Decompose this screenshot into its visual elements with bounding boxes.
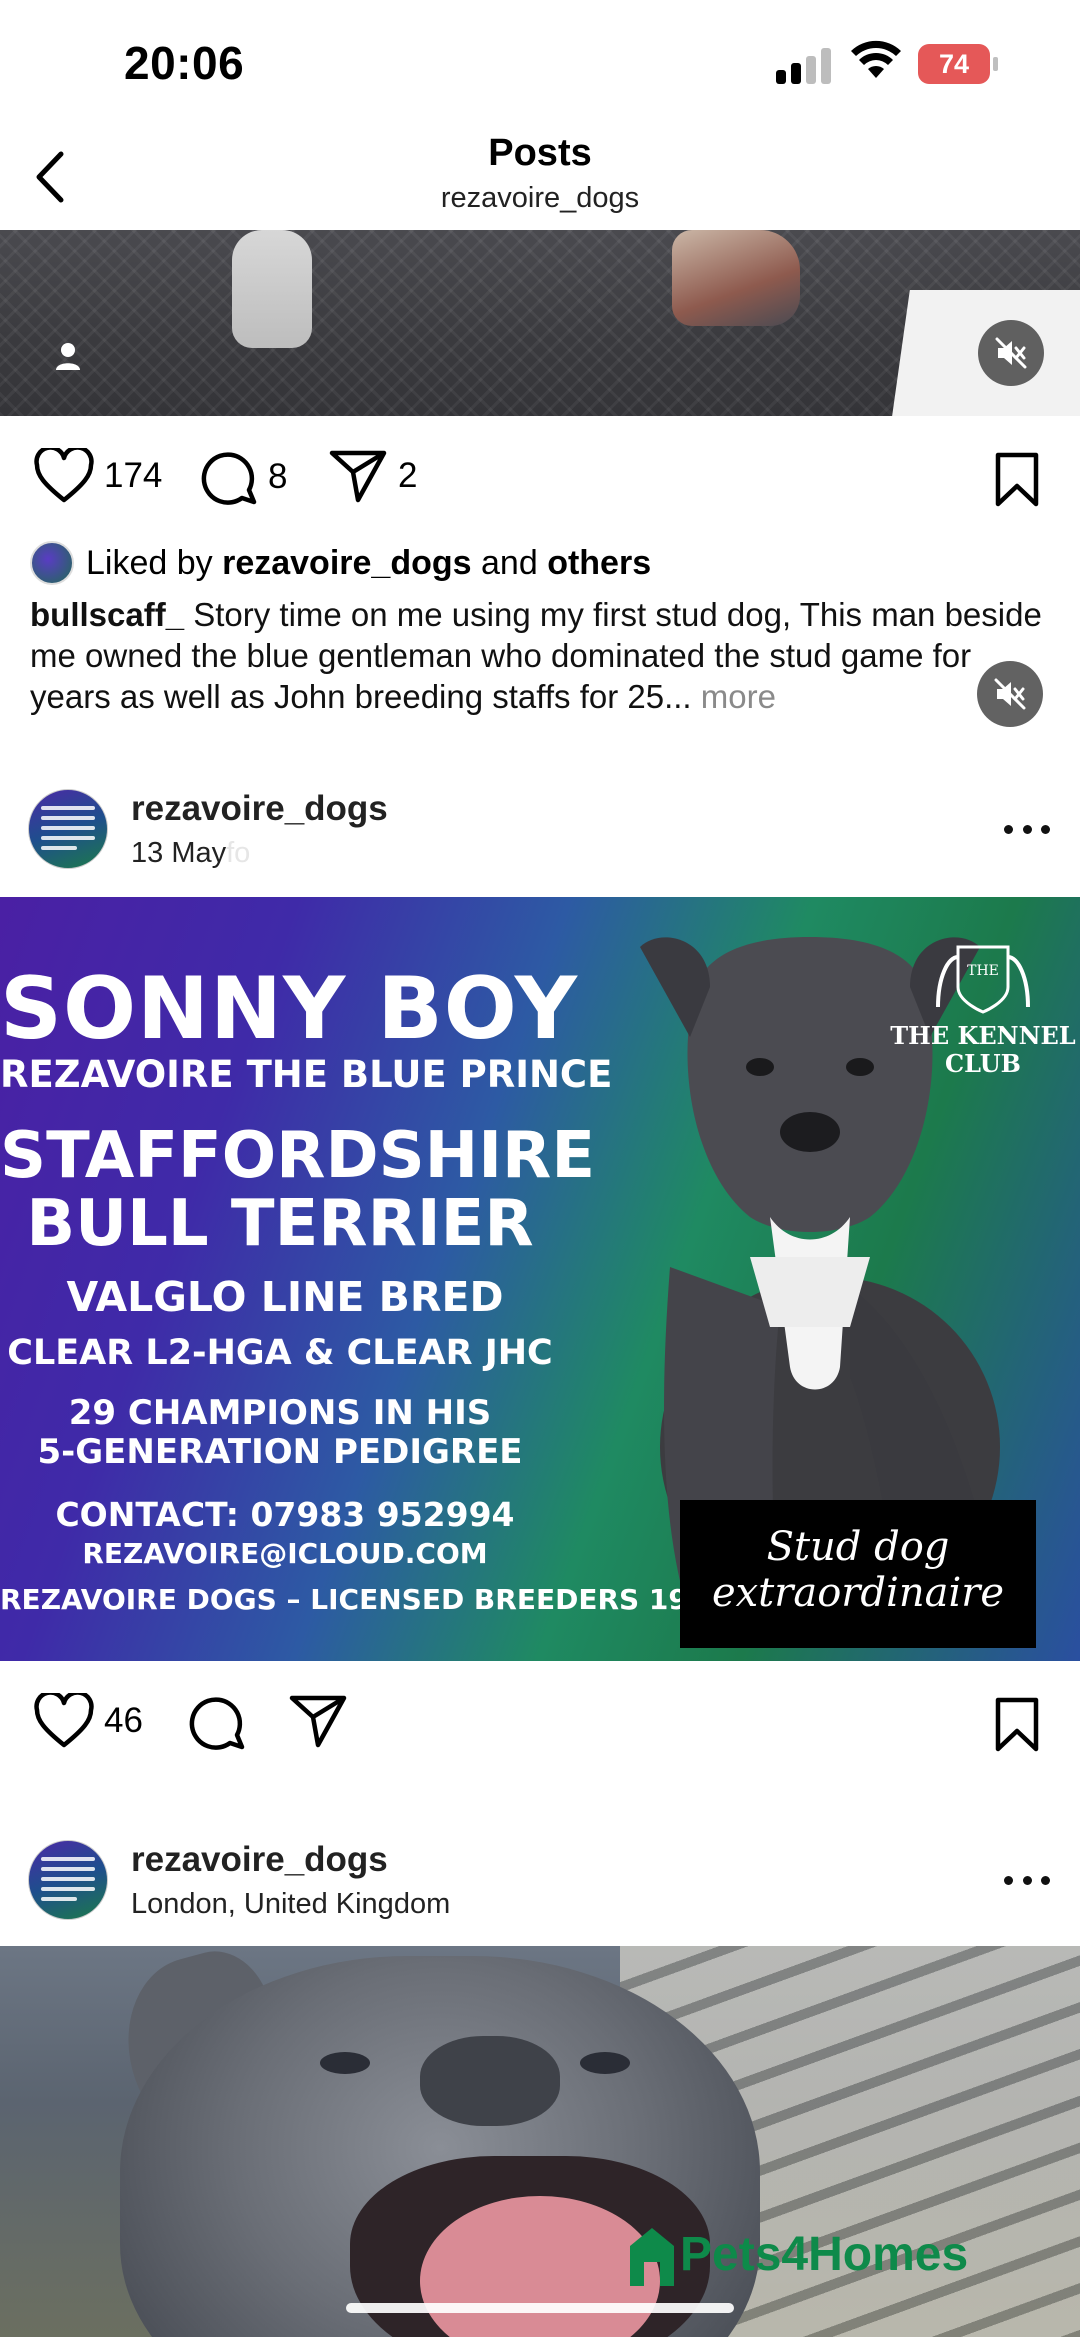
post-action-bar: 174 8 2: [0, 438, 1080, 518]
liked-by-prefix: Liked by: [86, 543, 213, 582]
share-button[interactable]: [288, 1693, 348, 1749]
kennel-club-line1: THE KENNEL: [890, 1021, 1076, 1050]
share-button[interactable]: 2: [328, 448, 417, 504]
wifi-icon: [851, 40, 901, 78]
post-header: rezavoire_dogs London, United Kingdom: [0, 1830, 1080, 1936]
page-subtitle: rezavoire_dogs: [440, 182, 640, 214]
ad-email: REZAVOIRE@ICLOUD.COM: [82, 1537, 488, 1570]
liked-by-user[interactable]: rezavoire_dogs: [222, 544, 471, 583]
post-media-image[interactable]: Pets4Homes: [0, 1946, 1080, 2337]
stud-line2: extraordinaire: [711, 1570, 1005, 1616]
watermark: Pets4Homes: [624, 2222, 968, 2286]
status-bar: 20:06 74: [0, 0, 1080, 130]
comment-button[interactable]: [188, 1693, 246, 1751]
stud-line1: Stud dog: [766, 1524, 950, 1570]
post-username[interactable]: rezavoire_dogs: [131, 789, 388, 829]
comment-button[interactable]: 8: [200, 448, 287, 506]
kennel-club-line2: CLUB: [945, 1049, 1021, 1078]
post-location[interactable]: London, United Kingdom: [131, 1888, 450, 1921]
like-count: 46: [104, 1701, 143, 1740]
bookmark-icon: [995, 452, 1039, 507]
comment-count: 8: [268, 457, 288, 496]
post-media-video[interactable]: [0, 230, 1080, 416]
post-action-bar: 46: [0, 1683, 1080, 1763]
ad-line-bred: VALGLO LINE BRED: [66, 1273, 504, 1321]
like-button[interactable]: 46: [34, 1693, 143, 1749]
pets4homes-logo-icon: [630, 2228, 674, 2286]
share-count: 2: [398, 456, 418, 495]
ad-breed-line2: BULL TERRIER: [26, 1187, 534, 1261]
liked-by-and: and: [481, 543, 538, 582]
like-button[interactable]: 174: [34, 448, 162, 504]
caption-username[interactable]: bullscaff_: [30, 596, 184, 633]
post-header: rezavoire_dogs 13 Mayfo: [0, 779, 1080, 885]
post-date: 13 Mayfo: [131, 837, 251, 869]
shoe-image: [672, 230, 800, 326]
battery-level: 74: [918, 44, 990, 84]
battery-icon: 74: [918, 44, 998, 84]
avatar[interactable]: [28, 1840, 108, 1920]
post-media-image[interactable]: SONNY BOY REZAVOIRE THE BLUE PRINCE STAF…: [0, 897, 1080, 1661]
more-options-icon[interactable]: [1004, 819, 1050, 839]
nav-header: Posts rezavoire_dogs: [0, 130, 1080, 230]
cellular-signal-icon: [776, 48, 832, 84]
ad-footer: REZAVOIRE DOGS – LICENSED BREEDERS 1991: [0, 1583, 727, 1616]
liked-by-others[interactable]: others: [547, 544, 651, 583]
crest-text: THE: [967, 963, 999, 979]
status-time: 20:06: [124, 37, 245, 89]
avatar[interactable]: [28, 789, 108, 869]
ad-breed-line1: STAFFORDSHIRE: [0, 1119, 596, 1193]
user-tag-icon[interactable]: [46, 334, 90, 378]
ad-title: SONNY BOY: [0, 959, 579, 1059]
home-indicator[interactable]: [346, 2303, 734, 2313]
comment-icon: [189, 1697, 245, 1750]
mute-icon[interactable]: [978, 320, 1044, 386]
crest-icon: THE: [936, 945, 1030, 1014]
heart-icon: [34, 448, 94, 503]
liked-by-row[interactable]: Liked by rezavoire_dogs and others: [30, 540, 651, 586]
avatar: [30, 541, 74, 585]
ad-contact: CONTACT: 07983 952994: [55, 1495, 515, 1534]
page-title: Posts: [488, 132, 592, 174]
heart-icon: [34, 1693, 94, 1748]
kennel-club-logo: THE THE KENNEL CLUB: [888, 937, 1078, 1087]
ad-champions-line2: 5-GENERATION PEDIGREE: [37, 1432, 523, 1472]
watermark-text: Pets4Homes: [680, 2227, 969, 2281]
send-icon: [329, 450, 387, 503]
save-button[interactable]: [994, 1697, 1040, 1758]
ad-dog-name: REZAVOIRE THE BLUE PRINCE: [0, 1053, 613, 1096]
stud-dog-banner: Stud dog extraordinaire: [680, 1500, 1036, 1648]
post-caption: bullscaff_ Story time on me using my fir…: [30, 594, 1060, 717]
bookmark-icon: [995, 1697, 1039, 1752]
comment-icon: [201, 452, 257, 505]
shoe-image: [232, 230, 312, 348]
mute-icon[interactable]: [977, 661, 1043, 727]
send-icon: [289, 1695, 347, 1748]
ad-champions-line1: 29 CHAMPIONS IN HIS: [68, 1393, 492, 1433]
like-count: 174: [104, 456, 163, 495]
caption-more-link[interactable]: more: [701, 678, 776, 715]
ad-health: CLEAR L2-HGA & CLEAR JHC: [7, 1333, 553, 1373]
save-button[interactable]: [994, 452, 1040, 513]
post-username[interactable]: rezavoire_dogs: [131, 1840, 388, 1880]
more-options-icon[interactable]: [1004, 1870, 1050, 1890]
